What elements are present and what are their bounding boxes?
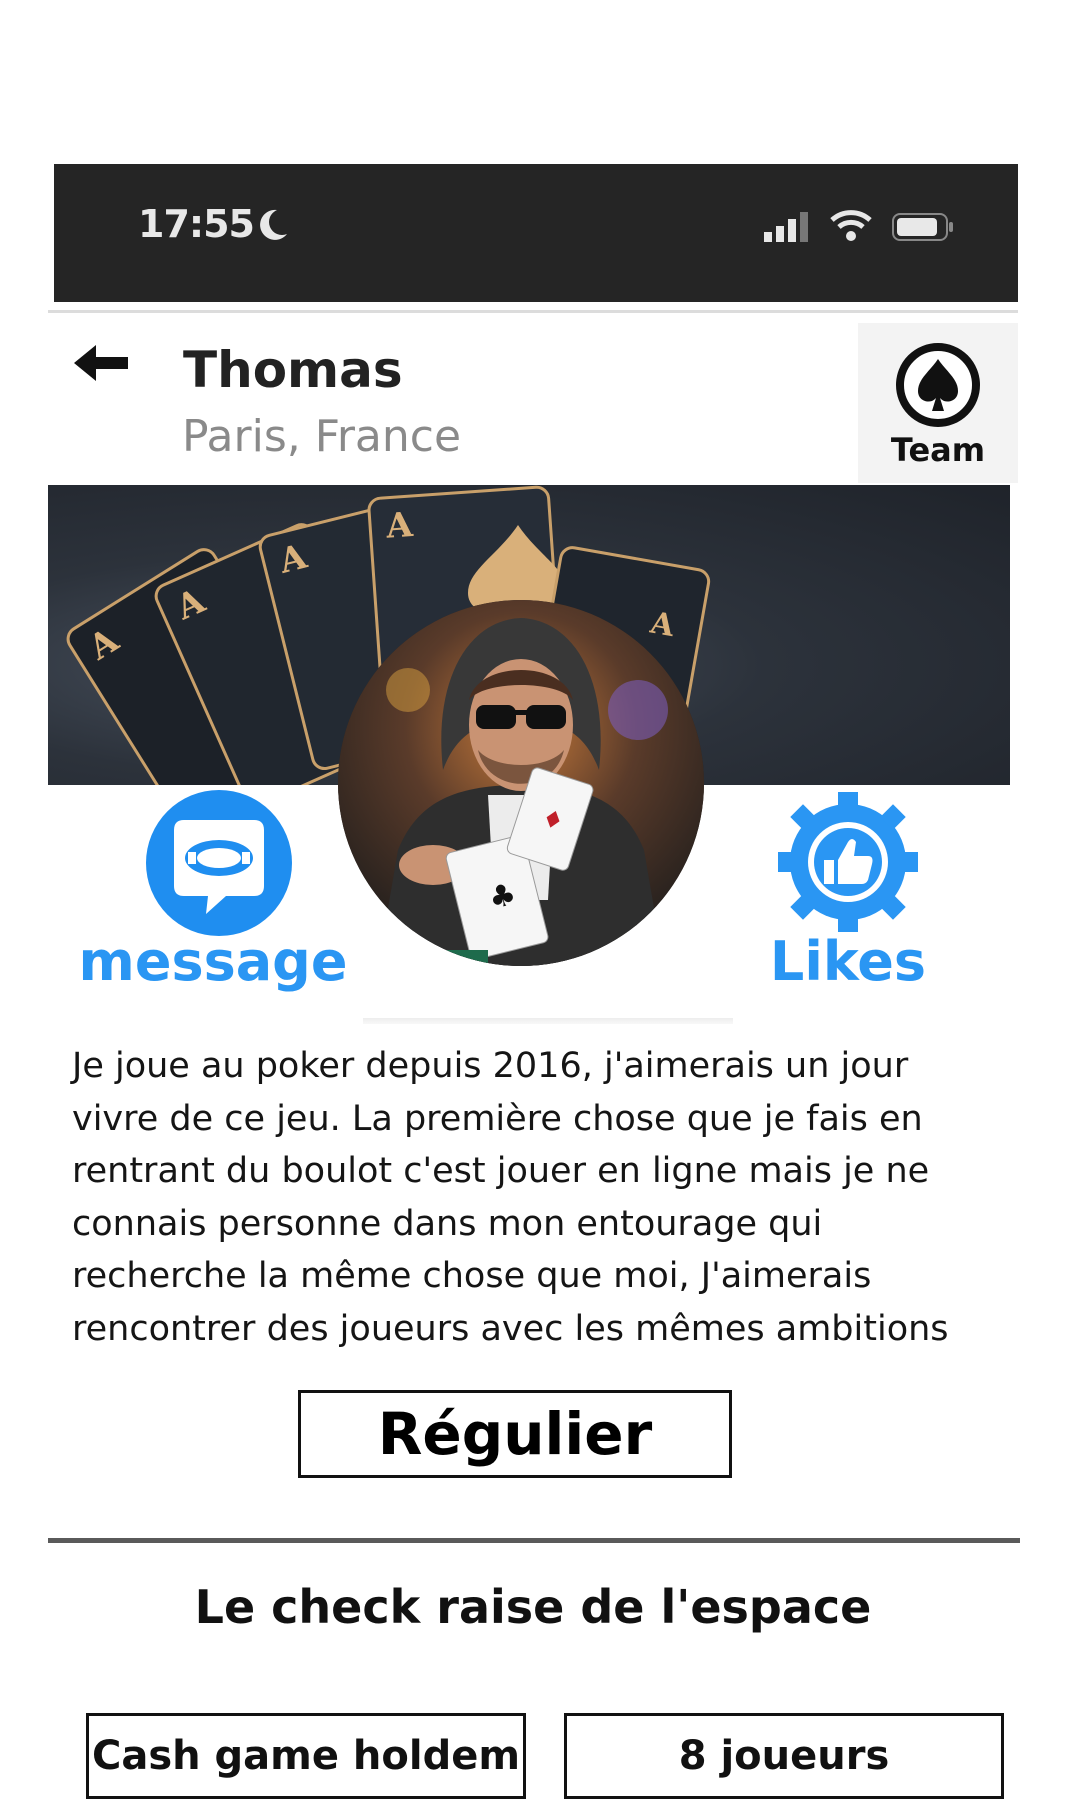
status-bar: 17:55	[54, 164, 1018, 302]
chat-bubble-icon	[146, 790, 292, 936]
arrow-left-icon	[74, 345, 128, 381]
svg-text:A: A	[384, 505, 415, 547]
wifi-icon	[830, 210, 872, 241]
moon-icon	[260, 209, 287, 240]
spade-icon	[896, 343, 980, 427]
back-button[interactable]	[66, 335, 136, 391]
profile-header: Thomas Paris, France Team	[48, 310, 1018, 488]
player-level-badge: Régulier	[298, 1390, 732, 1478]
status-time: 17:55	[138, 202, 255, 246]
player-tagline: Le check raise de l'espace	[194, 1580, 872, 1634]
avatar-divider	[363, 1018, 733, 1024]
signal-icon	[764, 212, 808, 242]
message-button[interactable]: message	[68, 790, 358, 1000]
bio-line: vivre de ce jeu. La première chose que j…	[72, 1098, 923, 1139]
user-name: Thomas	[183, 341, 403, 399]
team-label: Team	[890, 431, 986, 469]
table-size-tag: 8 joueurs	[564, 1713, 1004, 1799]
section-divider	[48, 1538, 1020, 1543]
bio-line: rentrant du boulot c'est jouer en ligne …	[72, 1151, 930, 1191]
likes-button[interactable]: Likes	[748, 790, 948, 1000]
battery-icon	[892, 213, 953, 241]
bio-line: Je joue au poker depuis 2016, j'aimerais…	[72, 1046, 909, 1086]
team-button[interactable]: Team	[858, 323, 1018, 483]
bio-line: recherche la même chose que moi, J'aimer…	[72, 1256, 872, 1296]
bio-line: connais personne dans mon entourage qui	[72, 1203, 823, 1244]
likes-label: Likes	[769, 930, 927, 993]
poker-player-photo: ♣ ♦	[338, 600, 704, 966]
profile-screen: 17:55 Thomas Paris, France Team A A A A …	[48, 160, 1020, 1800]
user-location: Paris, France	[182, 411, 462, 462]
game-type-tag: Cash game holdem	[86, 1713, 526, 1799]
message-label: message	[78, 930, 348, 993]
thumbs-up-chip-icon	[778, 792, 918, 932]
profile-avatar[interactable]: ♣ ♦	[338, 600, 704, 966]
bio-line: rencontrer des joueurs avec les mêmes am…	[72, 1308, 949, 1349]
bio-text: Je joue au poker depuis 2016, j'aimerais…	[72, 1040, 972, 1355]
